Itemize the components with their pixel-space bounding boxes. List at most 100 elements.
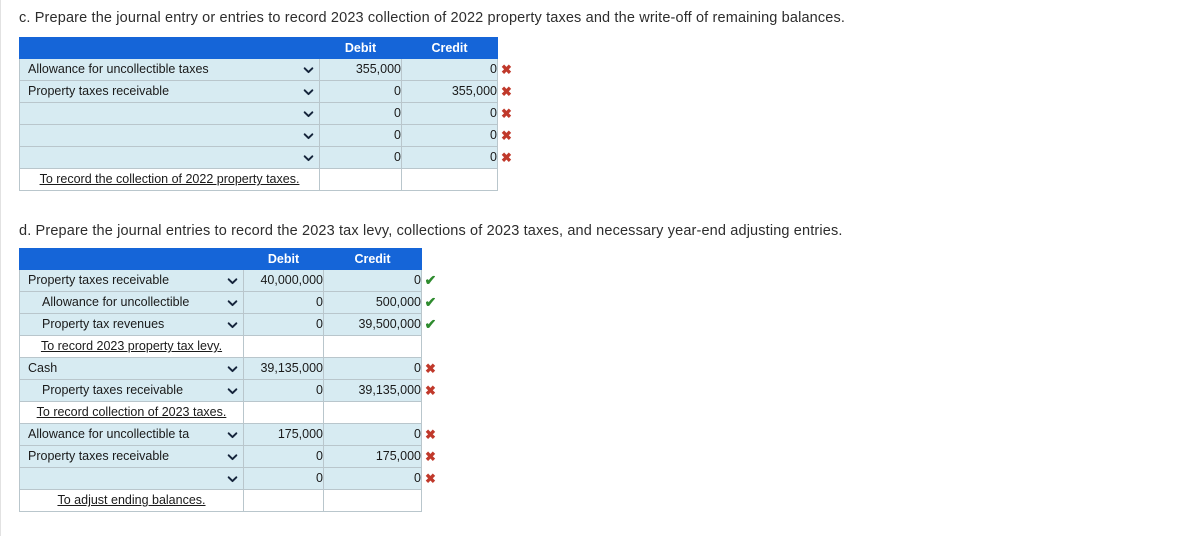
chevron-down-icon: [303, 130, 314, 141]
table-d-memo-text: To record 2023 property tax levy.: [40, 339, 223, 353]
table-c-account-label: Allowance for uncollectible taxes: [28, 62, 209, 76]
table-c-account-select[interactable]: Allowance for uncollectible taxes: [19, 58, 320, 81]
table-d-account-select[interactable]: Allowance for uncollectible ta: [19, 423, 244, 446]
table-d-grade-mark-cell: ✔: [422, 314, 440, 336]
table-d-memo-mark-cell: [422, 402, 440, 424]
table-c-debit-input[interactable]: 0: [319, 146, 402, 169]
table-c-grade-mark-cell: ✖: [498, 103, 516, 125]
table-c-credit-input[interactable]: 0: [401, 102, 498, 125]
table-d-memo-credit-cell: [323, 489, 422, 512]
table-d-header-credit: Credit: [323, 248, 422, 270]
table-d-account-select[interactable]: Property taxes receivable: [19, 379, 244, 402]
table-row: 0 0 ✖: [19, 146, 516, 169]
table-d-memo-text: To adjust ending balances.: [57, 493, 206, 507]
table-c-grade-mark-cell: ✖: [498, 147, 516, 169]
table-d-credit-input[interactable]: 0: [323, 467, 422, 490]
question-d-prompt: d. Prepare the journal entries to record…: [19, 223, 843, 239]
table-d-header-mark: [422, 249, 440, 270]
table-c-grade-mark-cell: ✖: [498, 125, 516, 147]
table-d-header-row: Debit Credit: [19, 248, 440, 270]
cross-icon: ✖: [501, 128, 512, 143]
table-d-account-select[interactable]: [19, 467, 244, 490]
table-d-grade-mark-cell: ✖: [422, 468, 440, 490]
table-d-grade-mark-cell: ✖: [422, 358, 440, 380]
table-d-memo-mark-cell: [422, 336, 440, 358]
table-d-header-account: [19, 248, 244, 270]
table-c-header-row: Debit Credit: [19, 37, 516, 59]
table-d-debit-input[interactable]: 40,000,000: [243, 269, 324, 292]
table-d-credit-input[interactable]: 0: [323, 357, 422, 380]
cross-icon: ✖: [501, 150, 512, 165]
table-c-credit-input[interactable]: 0: [401, 146, 498, 169]
table-row: Property taxes receivable 0 175,000 ✖: [19, 445, 440, 468]
table-d-account-select[interactable]: Property taxes receivable: [19, 445, 244, 468]
table-d-debit-input[interactable]: 0: [243, 467, 324, 490]
worksheet-page: c. Prepare the journal entry or entries …: [0, 0, 1197, 536]
table-d-credit-input[interactable]: 175,000: [323, 445, 422, 468]
table-c-account-select[interactable]: [19, 146, 320, 169]
cross-icon: ✖: [501, 84, 512, 99]
table-c-header-account: [19, 37, 320, 59]
table-d-account-select[interactable]: Property taxes receivable: [19, 269, 244, 292]
table-c-account-select[interactable]: Property taxes receivable: [19, 80, 320, 103]
table-d-header-debit: Debit: [243, 248, 324, 270]
table-c-debit-input[interactable]: 355,000: [319, 58, 402, 81]
table-c-debit-input[interactable]: 0: [319, 124, 402, 147]
cross-icon: ✖: [425, 471, 436, 486]
table-d-memo-credit-cell: [323, 335, 422, 358]
table-d-debit-input[interactable]: 0: [243, 379, 324, 402]
table-c-memo-credit-cell: [401, 168, 498, 191]
table-d-debit-input[interactable]: 0: [243, 291, 324, 314]
table-row: Property tax revenues 0 39,500,000 ✔: [19, 313, 440, 336]
table-c-memo-cell[interactable]: To record the collection of 2022 propert…: [19, 168, 320, 191]
table-c-debit-input[interactable]: 0: [319, 80, 402, 103]
table-d-account-label: Property taxes receivable: [28, 449, 170, 463]
table-d-memo-mark-cell: [422, 490, 440, 512]
table-row: 0 0 ✖: [19, 467, 440, 490]
table-d-credit-input[interactable]: 39,135,000: [323, 379, 422, 402]
table-c-memo-text: To record the collection of 2022 propert…: [39, 172, 300, 186]
table-d-debit-input[interactable]: 175,000: [243, 423, 324, 446]
table-d-account-select[interactable]: Allowance for uncollectible: [19, 291, 244, 314]
table-d-debit-input[interactable]: 0: [243, 445, 324, 468]
table-d-debit-input[interactable]: 0: [243, 313, 324, 336]
table-d-grade-mark-cell: ✔: [422, 292, 440, 314]
table-c-grade-mark-cell: ✖: [498, 81, 516, 103]
table-d-memo-cell[interactable]: To adjust ending balances.: [19, 489, 244, 512]
table-c-account-select[interactable]: [19, 124, 320, 147]
table-c-body: Allowance for uncollectible taxes 355,000…: [19, 58, 516, 191]
table-c-memo-mark-cell: [498, 169, 516, 191]
table-d-credit-input[interactable]: 39,500,000: [323, 313, 422, 336]
check-icon: ✔: [424, 316, 437, 332]
table-d-debit-input[interactable]: 39,135,000: [243, 357, 324, 380]
cross-icon: ✖: [425, 449, 436, 464]
table-d-credit-input[interactable]: 500,000: [323, 291, 422, 314]
table-c-header-credit: Credit: [401, 37, 498, 59]
cross-icon: ✖: [425, 427, 436, 442]
cross-icon: ✖: [501, 106, 512, 121]
table-d-account-select[interactable]: Cash: [19, 357, 244, 380]
table-c-header-debit: Debit: [319, 37, 402, 59]
table-c-credit-input[interactable]: 0: [401, 124, 498, 147]
table-c-credit-input[interactable]: 0: [401, 58, 498, 81]
chevron-down-icon: [303, 152, 314, 163]
table-row: Allowance for uncollectible ta 175,000 0 ✖: [19, 423, 440, 446]
journal-entry-table-d: Debit Credit Property taxes receivable 40…: [19, 248, 440, 512]
cross-icon: ✖: [501, 62, 512, 77]
table-row-memo: To record collection of 2023 taxes.: [19, 401, 440, 424]
table-c-debit-input[interactable]: 0: [319, 102, 402, 125]
table-row: Cash 39,135,000 0 ✖: [19, 357, 440, 380]
table-row: 0 0 ✖: [19, 124, 516, 147]
table-row: Allowance for uncollectible 0 500,000 ✔: [19, 291, 440, 314]
table-d-credit-input[interactable]: 0: [323, 423, 422, 446]
table-c-account-select[interactable]: [19, 102, 320, 125]
table-c-grade-mark-cell: ✖: [498, 59, 516, 81]
table-d-account-select[interactable]: Property tax revenues: [19, 313, 244, 336]
table-d-credit-input[interactable]: 0: [323, 269, 422, 292]
table-c-credit-input[interactable]: 355,000: [401, 80, 498, 103]
table-d-memo-cell[interactable]: To record collection of 2023 taxes.: [19, 401, 244, 424]
page-left-rule: [0, 0, 1, 536]
chevron-down-icon: [227, 473, 238, 484]
table-d-memo-cell[interactable]: To record 2023 property tax levy.: [19, 335, 244, 358]
table-row: Property taxes receivable 0 39,135,000 ✖: [19, 379, 440, 402]
